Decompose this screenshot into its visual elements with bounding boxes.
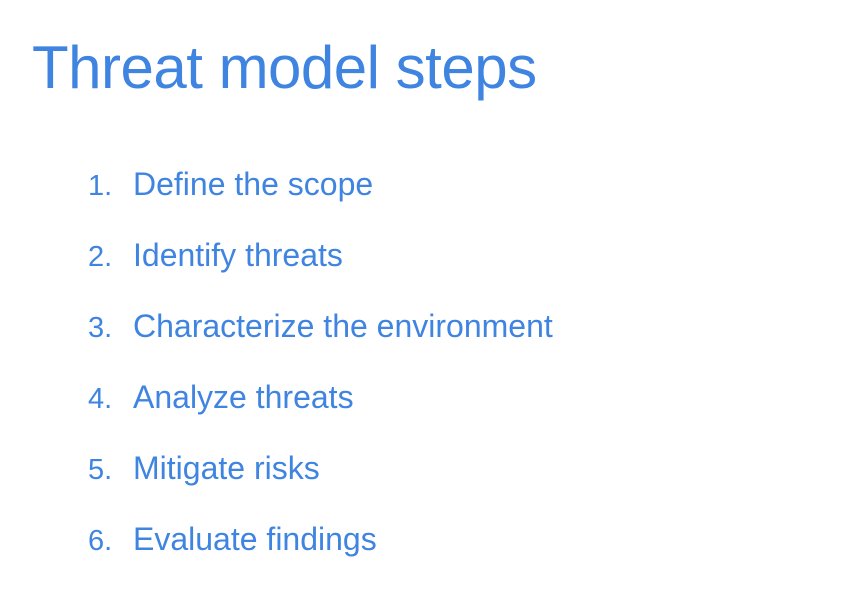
step-text: Define the scope: [133, 166, 374, 202]
step-text: Mitigate risks: [133, 450, 320, 486]
step-number: 4.: [88, 383, 113, 415]
list-item: 4. Analyze threats: [88, 371, 553, 442]
step-text: Evaluate findings: [133, 521, 377, 557]
list-item: 5. Mitigate risks: [88, 442, 553, 513]
step-text: Identify threats: [133, 237, 343, 273]
step-number: 2.: [88, 241, 113, 273]
list-item: 2. Identify threats: [88, 229, 553, 300]
list-item: 3. Characterize the environment: [88, 300, 553, 371]
list-item: 1. Define the scope: [88, 158, 553, 229]
step-number: 5.: [88, 454, 113, 486]
step-text: Analyze threats: [133, 379, 354, 415]
steps-list: 1. Define the scope 2. Identify threats …: [88, 158, 553, 584]
step-text: Characterize the environment: [133, 308, 553, 344]
step-number: 3.: [88, 312, 113, 344]
step-number: 6.: [88, 525, 113, 557]
list-item: 6. Evaluate findings: [88, 513, 553, 584]
step-number: 1.: [88, 170, 113, 202]
slide: Threat model steps 1. Define the scope 2…: [0, 0, 847, 591]
slide-title: Threat model steps: [32, 34, 537, 101]
